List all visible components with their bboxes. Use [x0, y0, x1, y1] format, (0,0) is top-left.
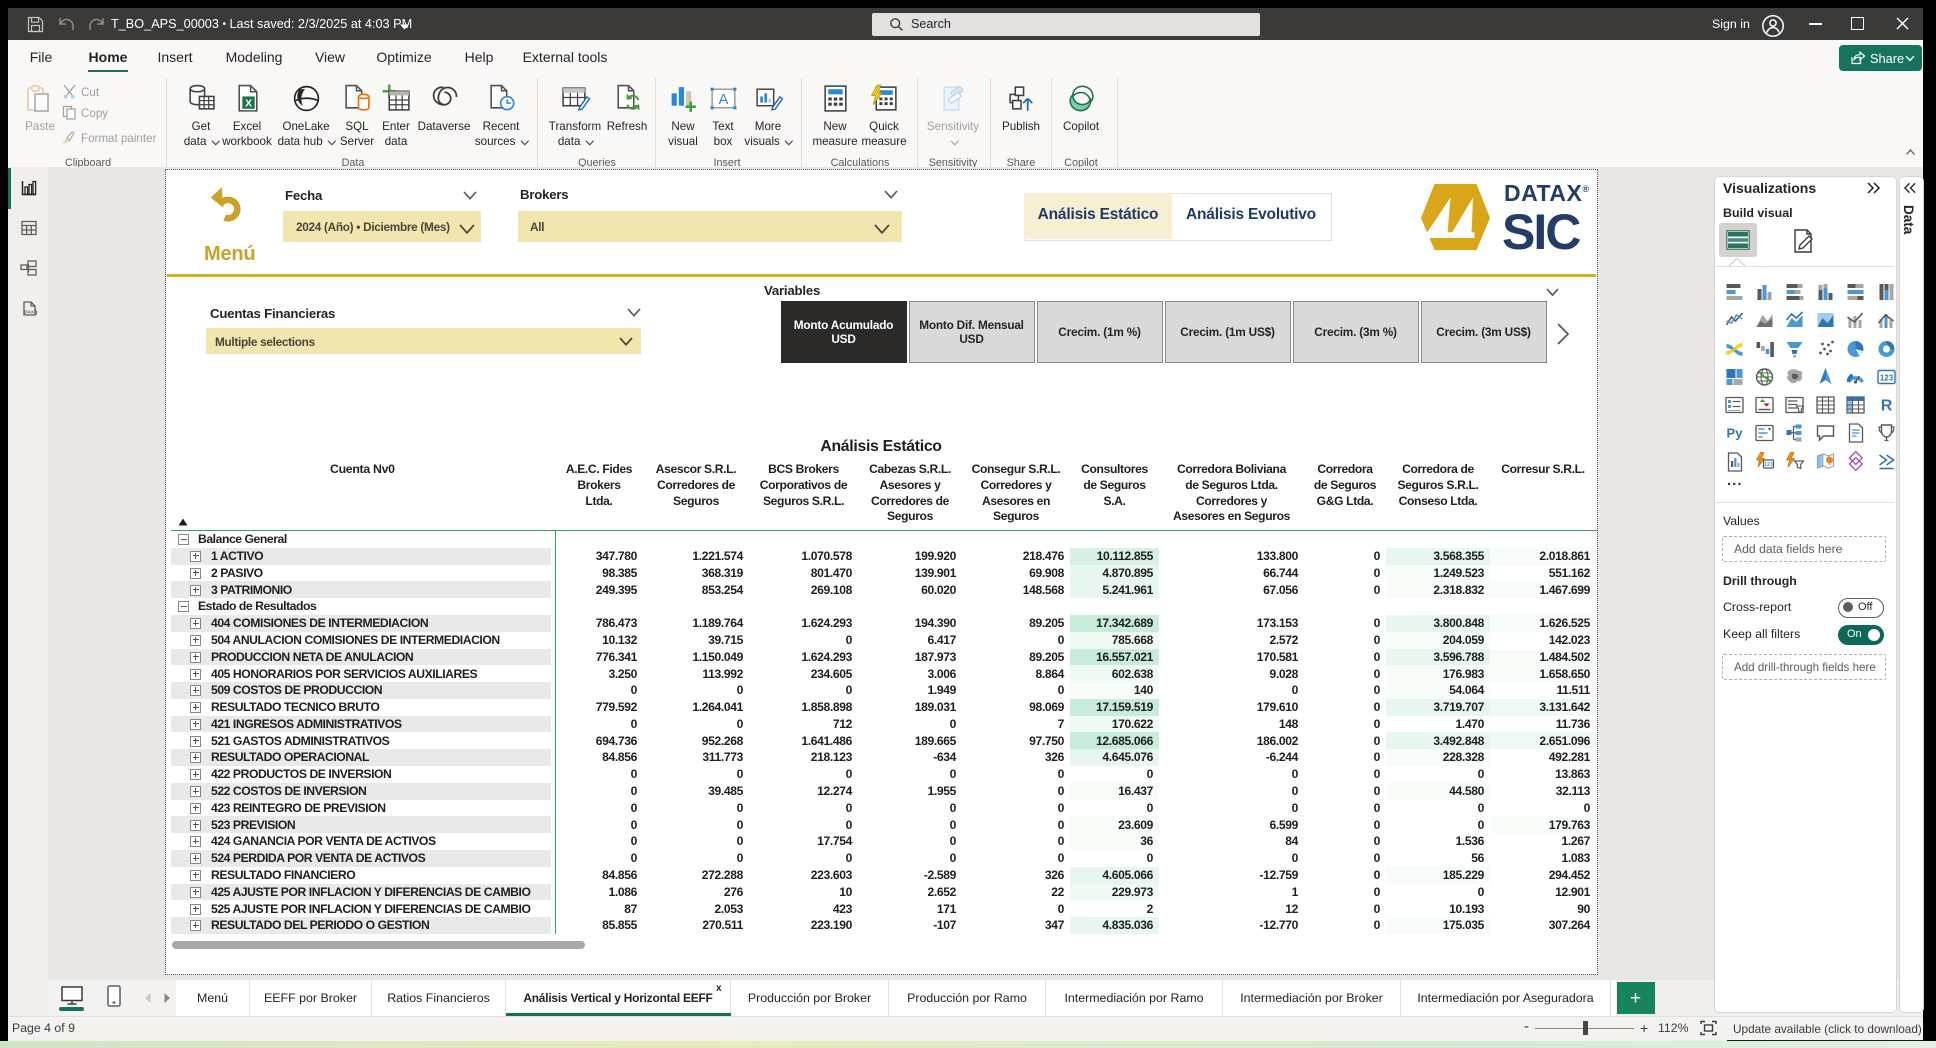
svg-text:R: R — [1881, 398, 1893, 415]
svg-text:123: 123 — [1880, 374, 1894, 383]
svg-text:X: X — [245, 98, 252, 109]
svg-text:Py: Py — [1727, 426, 1744, 441]
svg-text:123: 123 — [1764, 462, 1773, 468]
svg-text:A: A — [719, 92, 729, 108]
svg-text:DAX: DAX — [24, 310, 35, 315]
